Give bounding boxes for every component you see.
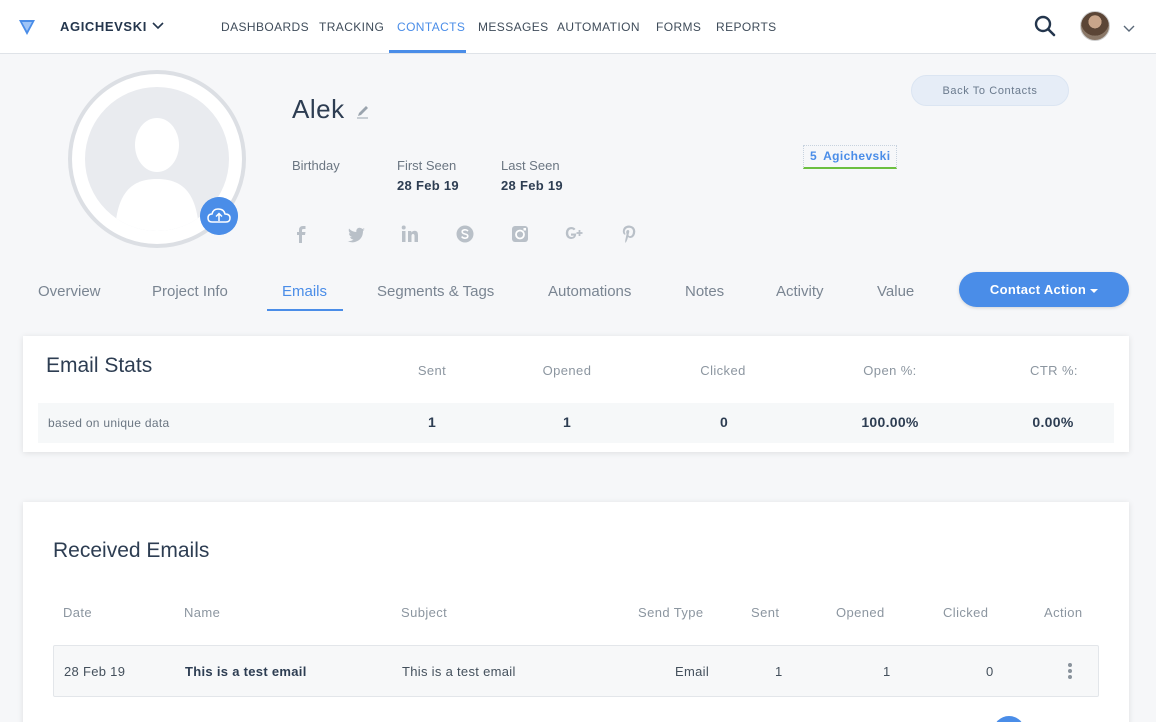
nav-automation[interactable]: AUTOMATION [557,20,640,34]
table-row[interactable]: 28 Feb 19 This is a test email This is a… [53,645,1099,697]
col-header-opened[interactable]: Opened [836,605,885,620]
row-clicked: 0 [986,664,994,679]
more-vertical-icon[interactable] [1067,662,1073,680]
nav-messages[interactable]: MESSAGES [478,20,549,34]
instagram-icon[interactable] [510,224,530,244]
email-stats-card: Email Stats Sent Opened Clicked Open %: … [23,336,1129,452]
nav-dashboards[interactable]: DASHBOARDS [221,20,309,34]
last-seen-label: Last Seen [501,158,560,173]
segment-count: 5 [810,149,818,163]
tab-segments-tags[interactable]: Segments & Tags [377,283,494,300]
received-emails-card: Received Emails Date Name Subject Send T… [23,502,1129,722]
col-header-name[interactable]: Name [184,605,220,620]
col-header-subject[interactable]: Subject [401,605,447,620]
col-header-sent[interactable]: Sent [751,605,779,620]
user-avatar[interactable] [1080,11,1110,41]
brand-logo-icon[interactable] [17,17,37,37]
chevron-down-icon[interactable] [1122,21,1136,35]
stats-header-opened: Opened [542,363,592,378]
first-seen-label: First Seen [397,158,457,173]
email-stats-title: Email Stats [46,354,153,377]
tab-value[interactable]: Value [877,283,914,300]
tab-notes[interactable]: Notes [685,283,724,300]
row-opened: 1 [883,664,891,679]
caret-down-icon [1090,288,1099,293]
row-subject: This is a test email [402,664,516,679]
google-plus-icon[interactable] [563,224,583,244]
pencil-edit-icon[interactable] [355,104,370,119]
twitter-icon[interactable] [346,224,366,244]
stats-value-opened: 1 [562,414,572,430]
stats-value-ctr-pct: 0.00% [1032,414,1074,430]
linkedin-icon[interactable] [400,224,420,244]
skype-icon[interactable] [455,224,475,244]
contact-action-button[interactable]: Contact Action [959,272,1129,307]
chevron-down-icon[interactable] [151,19,165,33]
top-navigation-bar: AGICHEVSKI DASHBOARDS TRACKING CONTACTS … [0,0,1156,54]
contact-action-label: Contact Action [989,282,1087,297]
tab-automations[interactable]: Automations [548,283,631,300]
upload-photo-button[interactable] [200,197,238,235]
nav-reports[interactable]: REPORTS [716,20,777,34]
tab-overview[interactable]: Overview [38,283,101,300]
col-header-action: Action [1044,605,1083,620]
tab-emails[interactable]: Emails [282,283,327,300]
last-seen-value: 28 Feb 19 [501,178,563,193]
stats-header-ctr-pct: CTR %: [1030,363,1078,378]
row-name[interactable]: This is a test email [185,664,307,679]
stats-header-sent: Sent [417,363,447,378]
col-header-clicked[interactable]: Clicked [943,605,988,620]
contact-name: Alek [292,94,345,124]
stats-value-clicked: 0 [719,414,729,430]
stats-value-sent: 1 [427,414,437,430]
search-icon[interactable] [1033,14,1057,38]
col-header-send-type[interactable]: Send Type [638,605,704,620]
nav-contacts[interactable]: CONTACTS [397,20,465,34]
row-date: 28 Feb 19 [64,664,126,679]
nav-tracking[interactable]: TRACKING [319,20,384,34]
birthday-label: Birthday [292,158,340,173]
stats-note: based on unique data [48,416,170,430]
stats-header-clicked: Clicked [700,363,746,378]
row-sent: 1 [775,664,783,679]
account-name[interactable]: AGICHEVSKI [60,19,147,34]
tab-project-info[interactable]: Project Info [152,283,228,300]
col-header-date[interactable]: Date [63,605,92,620]
first-seen-value: 28 Feb 19 [397,178,459,193]
stats-header-open-pct: Open %: [863,363,917,378]
segment-tag[interactable]: 5 Agichevski [803,145,898,169]
tab-activity[interactable]: Activity [776,283,824,300]
back-to-contacts-button[interactable]: Back To Contacts [911,75,1069,106]
nav-forms[interactable]: FORMS [656,20,701,34]
segment-name: Agichevski [823,149,891,163]
pinterest-icon[interactable] [619,224,639,244]
facebook-icon[interactable] [291,224,311,244]
active-tab-indicator [267,309,343,311]
row-send-type: Email [675,664,710,679]
stats-value-open-pct: 100.00% [861,414,919,430]
received-emails-title: Received Emails [53,539,210,562]
active-nav-indicator [389,50,466,53]
